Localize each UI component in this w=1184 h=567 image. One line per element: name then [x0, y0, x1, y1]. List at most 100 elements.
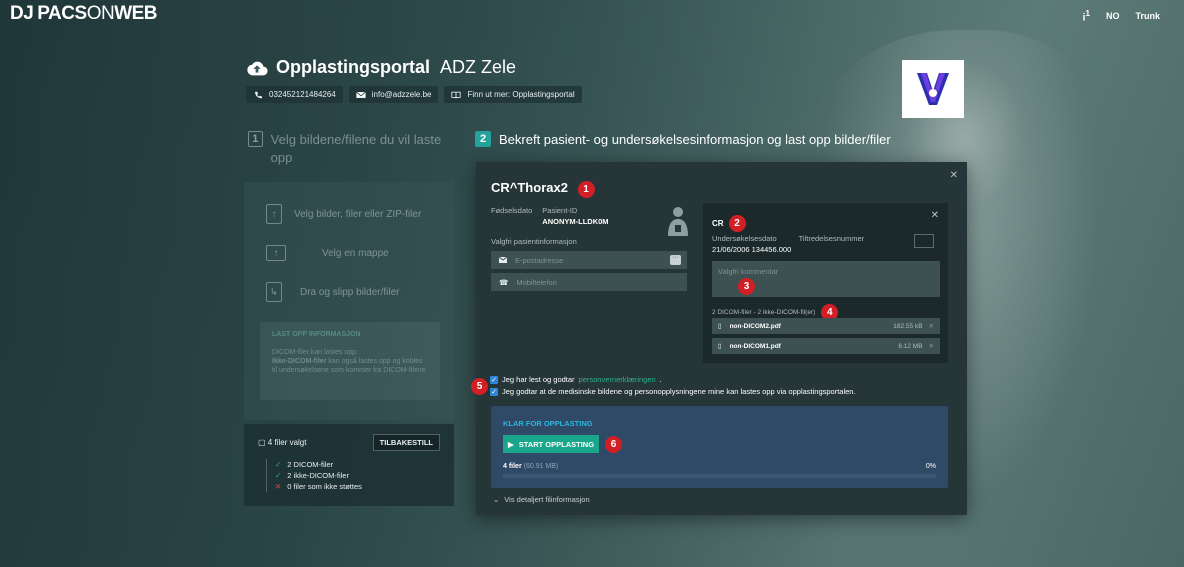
step-1-label: Velg bildene/filene du vil laste opp: [270, 132, 442, 165]
select-files-option[interactable]: ↑ Velg bilder, filer eller ZIP-filer: [266, 204, 421, 224]
privacy-consent[interactable]: ✓ Jeg har lest og godtar personvernerklæ…: [490, 375, 662, 384]
privacy-checkbox[interactable]: ✓: [490, 375, 498, 384]
logo-text-on: ON: [86, 3, 115, 24]
file-size: 6.12 MB: [898, 342, 923, 350]
phone-placeholder: Mobiltelefon: [516, 277, 557, 287]
list-item: ✓ 2 DICOM-filer: [275, 459, 440, 470]
drag-drop-label: Dra og slipp bilder/filer: [300, 286, 400, 298]
selection-summary: ▢ 4 filer valgt TILBAKESTILL ✓ 2 DICOM-fi…: [244, 424, 454, 506]
detailed-file-info-label: Vis detaljert filinformasjon: [504, 495, 590, 504]
files-selected: ▢ 4 filer valgt: [258, 438, 306, 447]
version-label[interactable]: Trunk: [1135, 11, 1160, 21]
language-selector[interactable]: NO: [1106, 11, 1120, 21]
more-options-icon[interactable]: ···: [670, 254, 681, 265]
file-row[interactable]: ▯ non-DICOM1.pdf 6.12 MB ✕: [712, 338, 940, 354]
upload-info-title: LAST OPP INFORMASJON: [272, 331, 361, 338]
upload-info-box: LAST OPP INFORMASJON DICOM-filer kan las…: [260, 322, 440, 400]
remove-file-icon[interactable]: ✕: [929, 342, 934, 350]
email-chip[interactable]: info@adzzele.be: [348, 86, 439, 103]
reset-button[interactable]: TILBAKESTILL: [372, 434, 440, 451]
drag-drop-icon: ↳: [266, 282, 282, 302]
optional-patient-info-label: Valgfri pasientinformasjon: [491, 237, 577, 246]
play-icon: ▶: [507, 439, 514, 449]
phone-icon: [255, 91, 262, 98]
study-header: Undersøkelsesdato Tiltredelsesnummer: [712, 234, 864, 243]
dicom-count: 2 DICOM-filer: [287, 460, 334, 469]
logo-mark: DJ: [10, 3, 34, 24]
file-size: 182.55 kB: [893, 322, 923, 330]
non-dicom-count: 2 ikke-DICOM-filer: [287, 471, 349, 480]
detailed-file-info-toggle[interactable]: ⌄ Vis detaljert filinformasjon: [493, 495, 590, 504]
envelope-icon: [355, 91, 366, 98]
list-item: ✓ 2 ikke-DICOM-filer: [275, 470, 440, 481]
upload-percent: 0%: [925, 463, 936, 470]
patient-name: CR^Thorax2: [491, 180, 568, 195]
drag-drop-option[interactable]: ↳ Dra og slipp bilder/filer: [266, 282, 400, 302]
document-icon: ▯: [718, 323, 722, 330]
info-count: 1: [1085, 8, 1090, 18]
study-modality-row: CR 2: [712, 215, 746, 232]
info-icon[interactable]: i1: [1083, 8, 1090, 23]
more-info-text: Finn ut mer: Opplastingsportal: [467, 90, 575, 99]
annotation-badge-5: 5: [471, 378, 488, 395]
phone-icon: ☎: [499, 277, 509, 287]
patient-avatar-icon: [668, 207, 688, 236]
files-selected-label: 4 filer valgt: [267, 438, 307, 447]
phone-chip[interactable]: 032452121484264: [246, 86, 343, 103]
book-icon: [451, 91, 462, 98]
upload-info-bold: Ikke-DICOM-filer: [272, 358, 327, 365]
phone-field[interactable]: ☎ Mobiltelefon: [491, 273, 687, 291]
birth-date-label: Fødselsdato: [491, 206, 533, 215]
top-right-menu: i1 NO Trunk: [1083, 8, 1160, 23]
privacy-text: Jeg har lest og godtar: [502, 375, 575, 384]
annotation-badge-3: 3: [738, 278, 755, 295]
upload-consent-checkbox[interactable]: ✓: [490, 387, 498, 396]
step-2-header: 2 Bekreft pasient- og undersøkelsesinfor…: [475, 131, 891, 148]
email-placeholder: E-postadresse: [515, 255, 564, 265]
step-2-number: 2: [475, 131, 491, 147]
close-icon[interactable]: ✕: [931, 210, 939, 221]
birth-date: Fødselsdato: [491, 206, 532, 226]
upload-total-size: (60.91 MB): [523, 463, 559, 470]
check-icon: ✓: [275, 460, 282, 469]
upload-consent[interactable]: ✓ Jeg godtar at de medisinske bildene og…: [490, 387, 856, 396]
start-upload-label: START OPPLASTING: [518, 439, 595, 449]
hospital-logo: [902, 60, 964, 118]
cross-icon: ✕: [275, 482, 282, 491]
remove-file-icon[interactable]: ✕: [929, 322, 934, 330]
step-1-number: 1: [248, 131, 263, 147]
start-upload-button[interactable]: ▶ START OPPLASTING: [503, 435, 599, 453]
confirm-upload-dialog: ✕ CR^Thorax2 1 Fødselsdato Pasient-ID AN…: [471, 162, 967, 515]
email-field[interactable]: E-postadresse ···: [491, 251, 687, 269]
study-card: ✕ CR 2 Undersøkelsesdato Tiltredelsesnum…: [703, 203, 948, 363]
privacy-link[interactable]: personvernerklæringen: [579, 375, 656, 384]
top-bar: DJ PACS ON WEB i1 NO Trunk: [0, 0, 1184, 28]
patient-id-label: Pasient-ID: [542, 206, 578, 215]
file-name: non-DICOM1.pdf: [729, 342, 781, 350]
app-logo[interactable]: DJ PACS ON WEB: [10, 3, 158, 25]
cloud-upload-icon: [247, 61, 268, 75]
select-folder-option[interactable]: ↑ Velg en mappe: [266, 245, 389, 261]
close-icon[interactable]: ✕: [950, 170, 958, 181]
id-card-icon: [914, 234, 934, 248]
patient-id-value: ANONYM-LLDK0M: [542, 217, 609, 226]
annotation-badge-1: 1: [577, 181, 595, 198]
more-info-chip[interactable]: Finn ut mer: Opplastingsportal: [444, 86, 582, 103]
comment-field[interactable]: Valgfri kommentar 3: [712, 261, 940, 297]
logo-text-web: WEB: [114, 3, 158, 24]
select-folder-label: Velg en mappe: [322, 247, 389, 259]
file-row[interactable]: ▯ non-DICOM2.pdf 182.55 kB ✕: [712, 318, 940, 334]
privacy-text-end: .: [659, 375, 662, 384]
chevron-down-icon: ⌄: [493, 495, 500, 504]
step-1-header: 1 Velg bildene/filene du vil laste opp: [248, 131, 448, 167]
annotation-badge-6: 6: [605, 436, 622, 453]
document-icon: ▯: [718, 343, 722, 350]
unsupported-count: 0 filer som ikke støttes: [287, 482, 362, 491]
patient-info: Fødselsdato Pasient-ID ANONYM-LLDK0M: [491, 206, 609, 226]
portal-org: ADZ Zele: [440, 57, 517, 77]
files-summary-label: 2 DICOM-filer - 2 ikke-DICOM-fil(er): [712, 309, 816, 316]
file-name: non-DICOM2.pdf: [729, 322, 781, 330]
upload-ready-label: KLAR FOR OPPLASTING: [503, 419, 593, 428]
phone-number: 032452121484264: [269, 90, 336, 99]
upload-count: 4 filer (60.91 MB): [503, 463, 558, 470]
